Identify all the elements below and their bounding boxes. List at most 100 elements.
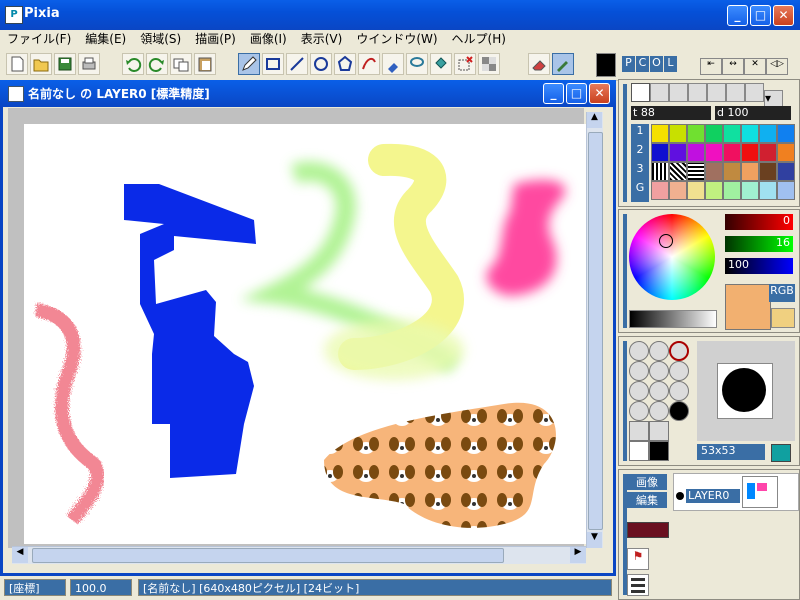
pen-airbrush-icon[interactable] bbox=[650, 83, 669, 102]
palette-swatch[interactable] bbox=[759, 124, 777, 143]
blue-channel-slider[interactable]: 100 bbox=[725, 258, 793, 274]
doc-maximize-button[interactable]: □ bbox=[566, 83, 587, 104]
drawing-canvas[interactable] bbox=[24, 124, 586, 544]
brush-shape-icon[interactable] bbox=[629, 361, 649, 381]
palette-swatch[interactable] bbox=[705, 124, 723, 143]
palette-swatch[interactable] bbox=[723, 181, 741, 200]
panel-nav-expand-icon[interactable]: ↔ bbox=[722, 58, 744, 75]
delete-selection-icon[interactable] bbox=[454, 53, 476, 75]
curve-tool-icon[interactable] bbox=[358, 53, 380, 75]
menu-image[interactable]: 画像(I) bbox=[243, 30, 294, 49]
copy-icon[interactable] bbox=[170, 53, 192, 75]
pattern-swatch[interactable] bbox=[687, 162, 705, 181]
palette-swatch[interactable] bbox=[669, 124, 687, 143]
palette-swatch[interactable] bbox=[741, 181, 759, 200]
brush-shape-icon[interactable] bbox=[669, 401, 689, 421]
open-folder-icon[interactable] bbox=[30, 53, 52, 75]
brush-shape-icon[interactable] bbox=[649, 441, 669, 461]
brush-shape-icon[interactable] bbox=[649, 381, 669, 401]
pen-curve-icon[interactable] bbox=[688, 83, 707, 102]
panel-tab-c[interactable]: C bbox=[636, 56, 649, 72]
menu-view[interactable]: 表示(V) bbox=[294, 30, 350, 49]
print-icon[interactable] bbox=[78, 53, 100, 75]
pin-icon[interactable]: ⚑ bbox=[627, 548, 649, 570]
pen-tool-icon[interactable] bbox=[238, 53, 260, 75]
brush-shape-icon[interactable] bbox=[649, 341, 669, 361]
palette-swatch[interactable] bbox=[777, 181, 795, 200]
pen-thickness-field[interactable]: t 88 bbox=[631, 106, 711, 120]
close-button[interactable]: ✕ bbox=[773, 5, 794, 26]
pattern-swatch[interactable] bbox=[741, 162, 759, 181]
palette-swatch[interactable] bbox=[741, 124, 759, 143]
palette-swatch[interactable] bbox=[651, 143, 669, 162]
brush-shape-icon[interactable] bbox=[629, 381, 649, 401]
brush-shape-icon[interactable] bbox=[629, 401, 649, 421]
layer-image-button[interactable]: 画像 bbox=[627, 474, 667, 490]
pen-pencil-icon[interactable] bbox=[631, 83, 650, 102]
maximize-button[interactable]: □ bbox=[750, 5, 771, 26]
layer-edit-button[interactable]: 編集 bbox=[627, 492, 667, 508]
color-wheel[interactable] bbox=[629, 214, 715, 300]
doc-minimize-button[interactable]: _ bbox=[543, 83, 564, 104]
palette-row-3[interactable]: 3 bbox=[631, 162, 649, 181]
palette-swatch[interactable] bbox=[651, 124, 669, 143]
lasso-tool-icon[interactable] bbox=[406, 53, 428, 75]
brush-grid-icon[interactable] bbox=[771, 444, 791, 462]
menu-edit[interactable]: 編集(E) bbox=[78, 30, 133, 49]
pen-blur-icon[interactable] bbox=[707, 83, 726, 102]
save-icon[interactable] bbox=[54, 53, 76, 75]
brush-shape-icon[interactable] bbox=[669, 341, 689, 361]
brush-size-field[interactable]: 53x53 bbox=[697, 444, 765, 460]
pattern-swatch[interactable] bbox=[723, 162, 741, 181]
color-wheel-cursor-icon[interactable] bbox=[659, 234, 673, 248]
panel-tab-l[interactable]: L bbox=[664, 56, 677, 72]
brush-shape-icon[interactable] bbox=[649, 421, 669, 441]
palette-swatch[interactable] bbox=[669, 181, 687, 200]
palette-swatch[interactable] bbox=[759, 181, 777, 200]
brush-shape-icon[interactable] bbox=[649, 361, 669, 381]
ellipse-tool-icon[interactable] bbox=[310, 53, 332, 75]
brush-shape-icon[interactable] bbox=[629, 341, 649, 361]
pen-eraser-icon[interactable] bbox=[745, 83, 764, 102]
minimize-button[interactable]: _ bbox=[727, 5, 748, 26]
horizontal-scrollbar[interactable]: ◀ ▶ bbox=[12, 546, 586, 564]
menu-file[interactable]: ファイル(F) bbox=[0, 30, 78, 49]
palette-swatch[interactable] bbox=[705, 181, 723, 200]
panel-nav-lr-icon[interactable]: ◁▷ bbox=[766, 58, 788, 75]
vertical-scrollbar[interactable]: ▲ ▼ bbox=[586, 112, 603, 548]
scroll-left-icon[interactable]: ◀ bbox=[12, 547, 28, 563]
rectangle-tool-icon[interactable] bbox=[262, 53, 284, 75]
brightness-slider[interactable] bbox=[629, 310, 717, 328]
brush-icon[interactable] bbox=[552, 53, 574, 75]
green-channel-slider[interactable]: 16 bbox=[725, 236, 793, 252]
paste-icon[interactable] bbox=[194, 53, 216, 75]
brush-shape-icon[interactable] bbox=[649, 401, 669, 421]
palette-row-2[interactable]: 2 bbox=[631, 143, 649, 162]
brush-shape-icon[interactable] bbox=[629, 441, 649, 461]
palette-swatch[interactable] bbox=[723, 143, 741, 162]
layer-thumbnail[interactable] bbox=[742, 476, 778, 508]
brush-shape-icon[interactable] bbox=[669, 361, 689, 381]
undo-icon[interactable] bbox=[122, 53, 144, 75]
new-file-icon[interactable] bbox=[6, 53, 28, 75]
scroll-right-icon[interactable]: ▶ bbox=[570, 547, 586, 563]
scroll-up-icon[interactable]: ▲ bbox=[587, 112, 602, 128]
line-tool-icon[interactable] bbox=[286, 53, 308, 75]
doc-close-button[interactable]: ✕ bbox=[589, 83, 610, 104]
palette-swatch[interactable] bbox=[687, 143, 705, 162]
spray-tool-icon[interactable] bbox=[382, 53, 404, 75]
palette-row-1[interactable]: 1 bbox=[631, 124, 649, 143]
eraser-icon[interactable] bbox=[528, 53, 550, 75]
menu-select[interactable]: 領域(S) bbox=[133, 30, 188, 49]
pen-density-field[interactable]: d 100 bbox=[715, 106, 791, 120]
layer-name[interactable]: LAYER0 bbox=[686, 489, 740, 503]
scroll-down-icon[interactable]: ▼ bbox=[587, 532, 602, 548]
palette-swatch[interactable] bbox=[759, 143, 777, 162]
vertical-scroll-thumb[interactable] bbox=[588, 132, 603, 530]
pattern-swatch[interactable] bbox=[759, 162, 777, 181]
fill-bucket-icon[interactable] bbox=[430, 53, 452, 75]
panel-tab-p[interactable]: P bbox=[622, 56, 635, 72]
layer-visible-icon[interactable] bbox=[676, 492, 684, 500]
color-mode-button[interactable]: RGB bbox=[769, 284, 795, 302]
pattern-icon[interactable] bbox=[478, 53, 500, 75]
